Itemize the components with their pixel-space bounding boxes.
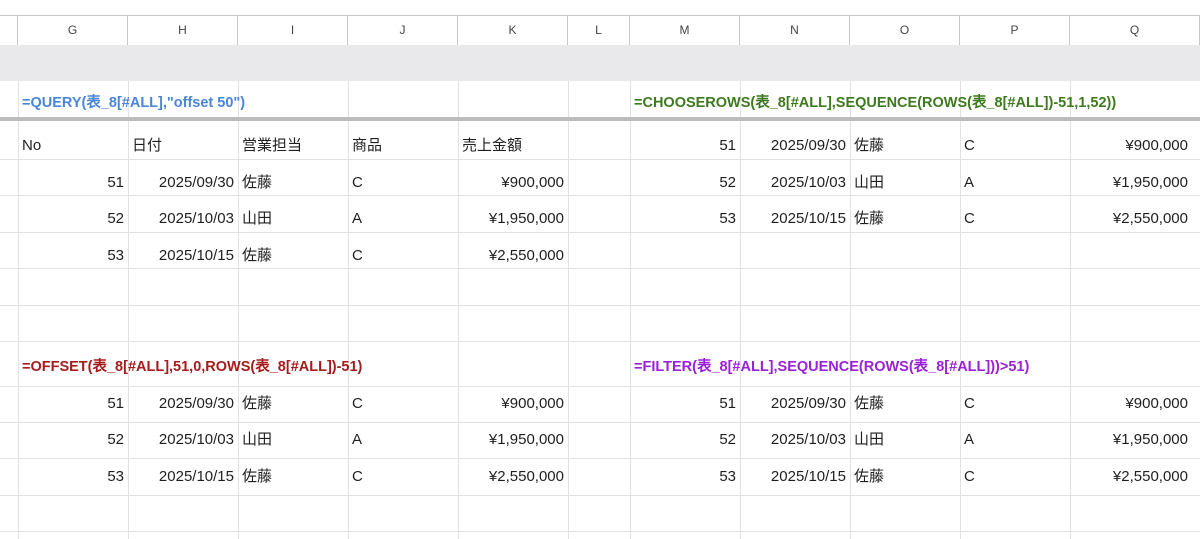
- header-no[interactable]: No: [18, 128, 128, 164]
- column-header-i[interactable]: I: [238, 16, 348, 45]
- table-cell[interactable]: 52: [18, 422, 128, 458]
- header-sales-rep[interactable]: 営業担当: [238, 128, 348, 164]
- table-cell[interactable]: C: [348, 386, 458, 422]
- table-cell[interactable]: C: [960, 201, 1070, 237]
- table-cell[interactable]: 佐藤: [850, 201, 960, 237]
- header-sales-amount[interactable]: 売上金額: [458, 128, 568, 164]
- table-cell[interactable]: 2025/10/03: [128, 422, 238, 458]
- table-cell[interactable]: ¥1,950,000: [1070, 422, 1192, 458]
- table-cell[interactable]: ¥900,000: [1070, 128, 1192, 164]
- table-cell[interactable]: 52: [630, 165, 740, 201]
- table-cell[interactable]: 2025/10/15: [128, 238, 238, 274]
- column-header-n[interactable]: N: [740, 16, 850, 45]
- table-cell[interactable]: 51: [630, 128, 740, 164]
- table-cell[interactable]: 佐藤: [238, 386, 348, 422]
- table-cell[interactable]: ¥900,000: [458, 386, 568, 422]
- table-cell[interactable]: 2025/09/30: [740, 128, 850, 164]
- table-cell[interactable]: 2025/10/15: [740, 201, 850, 237]
- table-cell[interactable]: 2025/09/30: [740, 386, 850, 422]
- table-cell[interactable]: A: [348, 201, 458, 237]
- table-cell[interactable]: 51: [18, 165, 128, 201]
- table-cell[interactable]: 山田: [238, 201, 348, 237]
- cell-grid[interactable]: =QUERY(表_8[#ALL],"offset 50") =CHOOSEROW…: [0, 81, 1200, 539]
- column-header-o[interactable]: O: [850, 16, 960, 45]
- column-header-m[interactable]: M: [630, 16, 740, 45]
- table-cell[interactable]: A: [348, 422, 458, 458]
- table-cell[interactable]: C: [960, 386, 1070, 422]
- table-cell[interactable]: 佐藤: [238, 165, 348, 201]
- table-cell[interactable]: ¥1,950,000: [1070, 165, 1192, 201]
- table-cell[interactable]: 佐藤: [850, 386, 960, 422]
- table-cell[interactable]: ¥900,000: [1070, 386, 1192, 422]
- table-cell[interactable]: ¥1,950,000: [458, 201, 568, 237]
- table-cell[interactable]: C: [348, 165, 458, 201]
- column-header-bar: G H I J K L M N O P Q: [0, 15, 1200, 46]
- column-header-q[interactable]: Q: [1070, 16, 1200, 45]
- table-cell[interactable]: ¥2,550,000: [1070, 459, 1192, 495]
- table-cell[interactable]: 2025/10/15: [128, 459, 238, 495]
- table-cell[interactable]: A: [960, 165, 1070, 201]
- gray-band-row[interactable]: [0, 45, 1200, 81]
- table-cell[interactable]: 山田: [238, 422, 348, 458]
- table-cell[interactable]: C: [960, 459, 1070, 495]
- header-date[interactable]: 日付: [128, 128, 238, 164]
- table-cell[interactable]: 2025/09/30: [128, 386, 238, 422]
- table-cell[interactable]: 52: [18, 201, 128, 237]
- table-cell[interactable]: ¥900,000: [458, 165, 568, 201]
- column-header-p[interactable]: P: [960, 16, 1070, 45]
- table-cell[interactable]: 52: [630, 422, 740, 458]
- table-cell[interactable]: ¥1,950,000: [458, 422, 568, 458]
- column-header-k[interactable]: K: [458, 16, 568, 45]
- table-cell[interactable]: 2025/10/03: [740, 422, 850, 458]
- column-header-g[interactable]: G: [18, 16, 128, 45]
- table-cell[interactable]: C: [960, 128, 1070, 164]
- table-cell[interactable]: 2025/10/03: [128, 201, 238, 237]
- table-cell[interactable]: ¥2,550,000: [1070, 201, 1192, 237]
- table-cell[interactable]: 51: [18, 386, 128, 422]
- table-cell[interactable]: 53: [18, 459, 128, 495]
- column-header-h[interactable]: H: [128, 16, 238, 45]
- table-cell[interactable]: C: [348, 459, 458, 495]
- column-header-partial[interactable]: [0, 16, 18, 45]
- table-cell[interactable]: ¥2,550,000: [458, 238, 568, 274]
- table-cell[interactable]: ¥2,550,000: [458, 459, 568, 495]
- table-cell[interactable]: 佐藤: [850, 459, 960, 495]
- query-formula[interactable]: =QUERY(表_8[#ALL],"offset 50"): [18, 85, 245, 121]
- table-cell[interactable]: 51: [630, 386, 740, 422]
- chooserows-formula[interactable]: =CHOOSEROWS(表_8[#ALL],SEQUENCE(ROWS(表_8[…: [630, 85, 1116, 121]
- table-cell[interactable]: 53: [630, 201, 740, 237]
- table-cell[interactable]: 53: [18, 238, 128, 274]
- table-cell[interactable]: 2025/10/15: [740, 459, 850, 495]
- table-cell[interactable]: 佐藤: [850, 128, 960, 164]
- table-cell[interactable]: 2025/10/03: [740, 165, 850, 201]
- header-product[interactable]: 商品: [348, 128, 458, 164]
- table-cell[interactable]: C: [348, 238, 458, 274]
- table-cell[interactable]: A: [960, 422, 1070, 458]
- table-cell[interactable]: 山田: [850, 422, 960, 458]
- table-cell[interactable]: 佐藤: [238, 459, 348, 495]
- filter-formula[interactable]: =FILTER(表_8[#ALL],SEQUENCE(ROWS(表_8[#ALL…: [630, 349, 1029, 385]
- column-header-l[interactable]: L: [568, 16, 630, 45]
- table-cell[interactable]: 2025/09/30: [128, 165, 238, 201]
- column-header-j[interactable]: J: [348, 16, 458, 45]
- table-cell[interactable]: 山田: [850, 165, 960, 201]
- table-cell[interactable]: 佐藤: [238, 238, 348, 274]
- offset-formula[interactable]: =OFFSET(表_8[#ALL],51,0,ROWS(表_8[#ALL])-5…: [18, 349, 362, 385]
- table-cell[interactable]: 53: [630, 459, 740, 495]
